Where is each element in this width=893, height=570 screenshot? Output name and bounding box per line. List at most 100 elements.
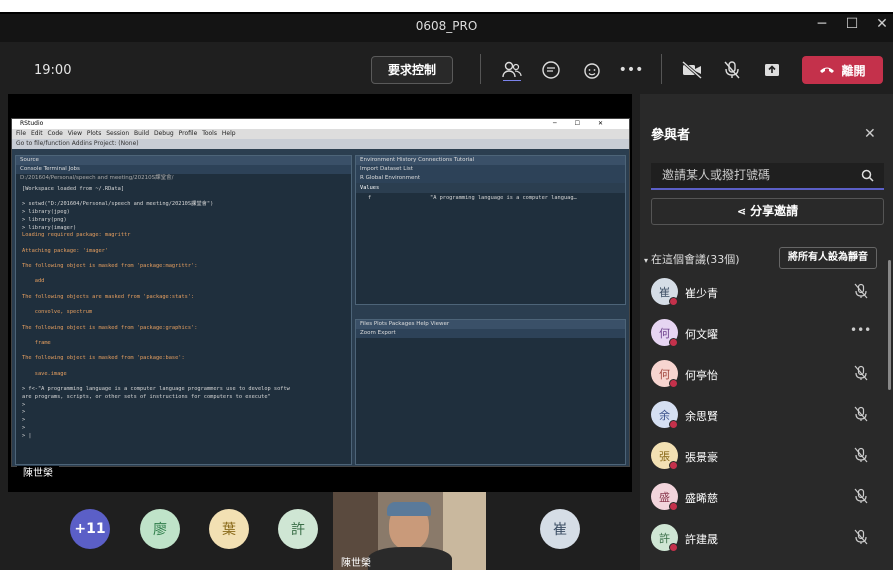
camera-off-icon[interactable] (680, 58, 704, 82)
presence-dot (669, 502, 678, 511)
request-control-button[interactable]: 要求控制 (371, 56, 453, 84)
rstudio-console-pane[interactable]: Source Console Terminal Jobs D:/201604/P… (15, 155, 352, 465)
mic-off-icon[interactable] (853, 447, 869, 463)
console-line: add (22, 278, 45, 285)
env-row[interactable]: f "A programming language is a computer l… (356, 193, 625, 203)
participant-row[interactable]: 許 許建晟 (640, 518, 893, 558)
overflow-count: +11 (74, 521, 106, 537)
console-line: convolve, spectrum (22, 309, 93, 316)
avatar-initial: 崔 (553, 522, 567, 538)
console-line: > f<-"A programming language is a comput… (22, 386, 290, 393)
console-line: save.image (22, 370, 67, 377)
participant-video[interactable]: 陳世榮 (333, 492, 486, 570)
env-tabs[interactable]: Environment History Connections Tutorial (356, 156, 625, 165)
avatar[interactable]: 廖 (140, 509, 180, 549)
overflow-avatar[interactable]: +11 (70, 509, 110, 549)
rstudio-toolbar[interactable]: Go to file/function Addins Project: (Non… (12, 139, 629, 149)
env-scope[interactable]: R Global Environment (356, 174, 625, 183)
console-line: > library(imager) (22, 224, 77, 231)
presence-dot (669, 543, 678, 552)
participant-name: 盛晞慈 (685, 492, 718, 505)
reactions-icon[interactable] (580, 58, 604, 82)
files-toolbar[interactable]: Zoom Export (356, 329, 625, 338)
console-line: > | (22, 432, 32, 439)
scrollbar[interactable] (888, 260, 891, 390)
console-line: The following object is masked from 'pac… (22, 324, 198, 331)
maximize-icon[interactable]: ☐ (842, 16, 862, 32)
mic-off-icon[interactable] (720, 58, 744, 82)
avatar-initial: 許 (291, 522, 305, 538)
console-output[interactable]: [Workspace loaded from ~/.RData] > setwd… (16, 183, 351, 443)
avatar-initial: 廖 (153, 522, 167, 538)
mic-off-icon[interactable] (853, 529, 869, 545)
share-invite-button[interactable]: ⋖ 分享邀請 (651, 198, 884, 225)
participant-row[interactable]: 何 何亭怡 (640, 354, 893, 394)
participant-row[interactable]: 盛 盛晞慈 (640, 477, 893, 517)
avatar-initial: 葉 (222, 522, 236, 538)
avatar-initial: 盛 (659, 490, 670, 504)
invite-search-input[interactable]: 邀請某人或撥打號碼 (651, 163, 884, 190)
env-section: Values (356, 183, 625, 193)
console-line: are programs, scripts, or other sets of … (22, 393, 271, 400)
env-toolbar[interactable]: Import Dataset List (356, 165, 625, 174)
minimize-icon[interactable]: ─ (812, 16, 832, 32)
close-window-icon[interactable]: ✕ (872, 16, 892, 32)
participant-row[interactable]: 崔 崔少青 (640, 272, 893, 312)
mic-off-icon[interactable] (853, 406, 869, 422)
meeting-section-label: 在這個會議(33個) (651, 253, 740, 266)
mic-off-icon[interactable] (853, 365, 869, 381)
source-tab[interactable]: Source (16, 156, 351, 165)
meeting-section-header[interactable]: ▾ 在這個會議(33個) (644, 251, 740, 267)
person-body (368, 547, 452, 570)
files-pane[interactable]: Files Plots Packages Help Viewer Zoom Ex… (355, 319, 626, 465)
participant-name: 張景豪 (685, 451, 718, 464)
leave-button[interactable]: 離開 (802, 56, 883, 84)
env-var: f (368, 195, 372, 201)
more-options-icon[interactable]: ••• (619, 58, 644, 82)
console-line: The following objects are masked from 'p… (22, 293, 195, 300)
console-line: > library(jpeg) (22, 209, 70, 216)
window-title: 0608_PRO (415, 19, 478, 33)
participants-icon[interactable] (500, 58, 524, 82)
search-icon (861, 169, 874, 182)
share-invite-label: 分享邀請 (750, 204, 799, 218)
participant-row[interactable]: 張 張景豪 (640, 436, 893, 476)
avatar[interactable]: 許 (278, 509, 318, 549)
mute-all-button[interactable]: 將所有人設為靜音 (779, 247, 877, 269)
close-icon[interactable]: ✕ (864, 126, 876, 142)
more-options-icon[interactable]: ••• (850, 323, 871, 337)
participant-row[interactable]: 何 何文曜 ••• (640, 313, 893, 353)
chat-icon[interactable] (539, 58, 563, 82)
environment-pane[interactable]: Environment History Connections Tutorial… (355, 155, 626, 305)
share-tray-icon[interactable] (760, 58, 784, 82)
avatar-initial: 許 (659, 531, 670, 545)
meeting-timer: 19:00 (34, 63, 72, 78)
sharer-name-label: 陳世榮 (17, 466, 59, 482)
files-tabs[interactable]: Files Plots Packages Help Viewer (356, 320, 625, 329)
avatar-initial: 張 (659, 449, 670, 463)
console-line: > setwd("D:/201604/Personal/speech and m… (22, 201, 214, 208)
video-gallery: +11 廖 葉 許 崔 (0, 492, 640, 570)
rstudio-window: RStudio ─☐✕ File Edit Code View Plots Ses… (11, 118, 630, 467)
participant-row[interactable]: 余 余思賢 (640, 395, 893, 435)
avatar[interactable]: 崔 (540, 509, 580, 549)
console-tabs[interactable]: Console Terminal Jobs (16, 165, 351, 174)
toolbar-divider (480, 54, 481, 84)
avatar[interactable]: 葉 (209, 509, 249, 549)
console-line: > library(png) (22, 216, 67, 223)
mic-off-icon[interactable] (853, 488, 869, 504)
chevron-down-icon: ▾ (644, 256, 649, 265)
console-line: [Workspace loaded from ~/.RData] (22, 186, 125, 192)
rstudio-menu[interactable]: File Edit Code View Plots Session Build … (12, 129, 629, 139)
console-line: > (22, 409, 26, 416)
mic-off-icon[interactable] (853, 283, 869, 299)
participant-name: 崔少青 (685, 287, 718, 300)
participant-name: 許建晟 (685, 533, 718, 546)
participant-name: 何文曜 (685, 328, 718, 341)
